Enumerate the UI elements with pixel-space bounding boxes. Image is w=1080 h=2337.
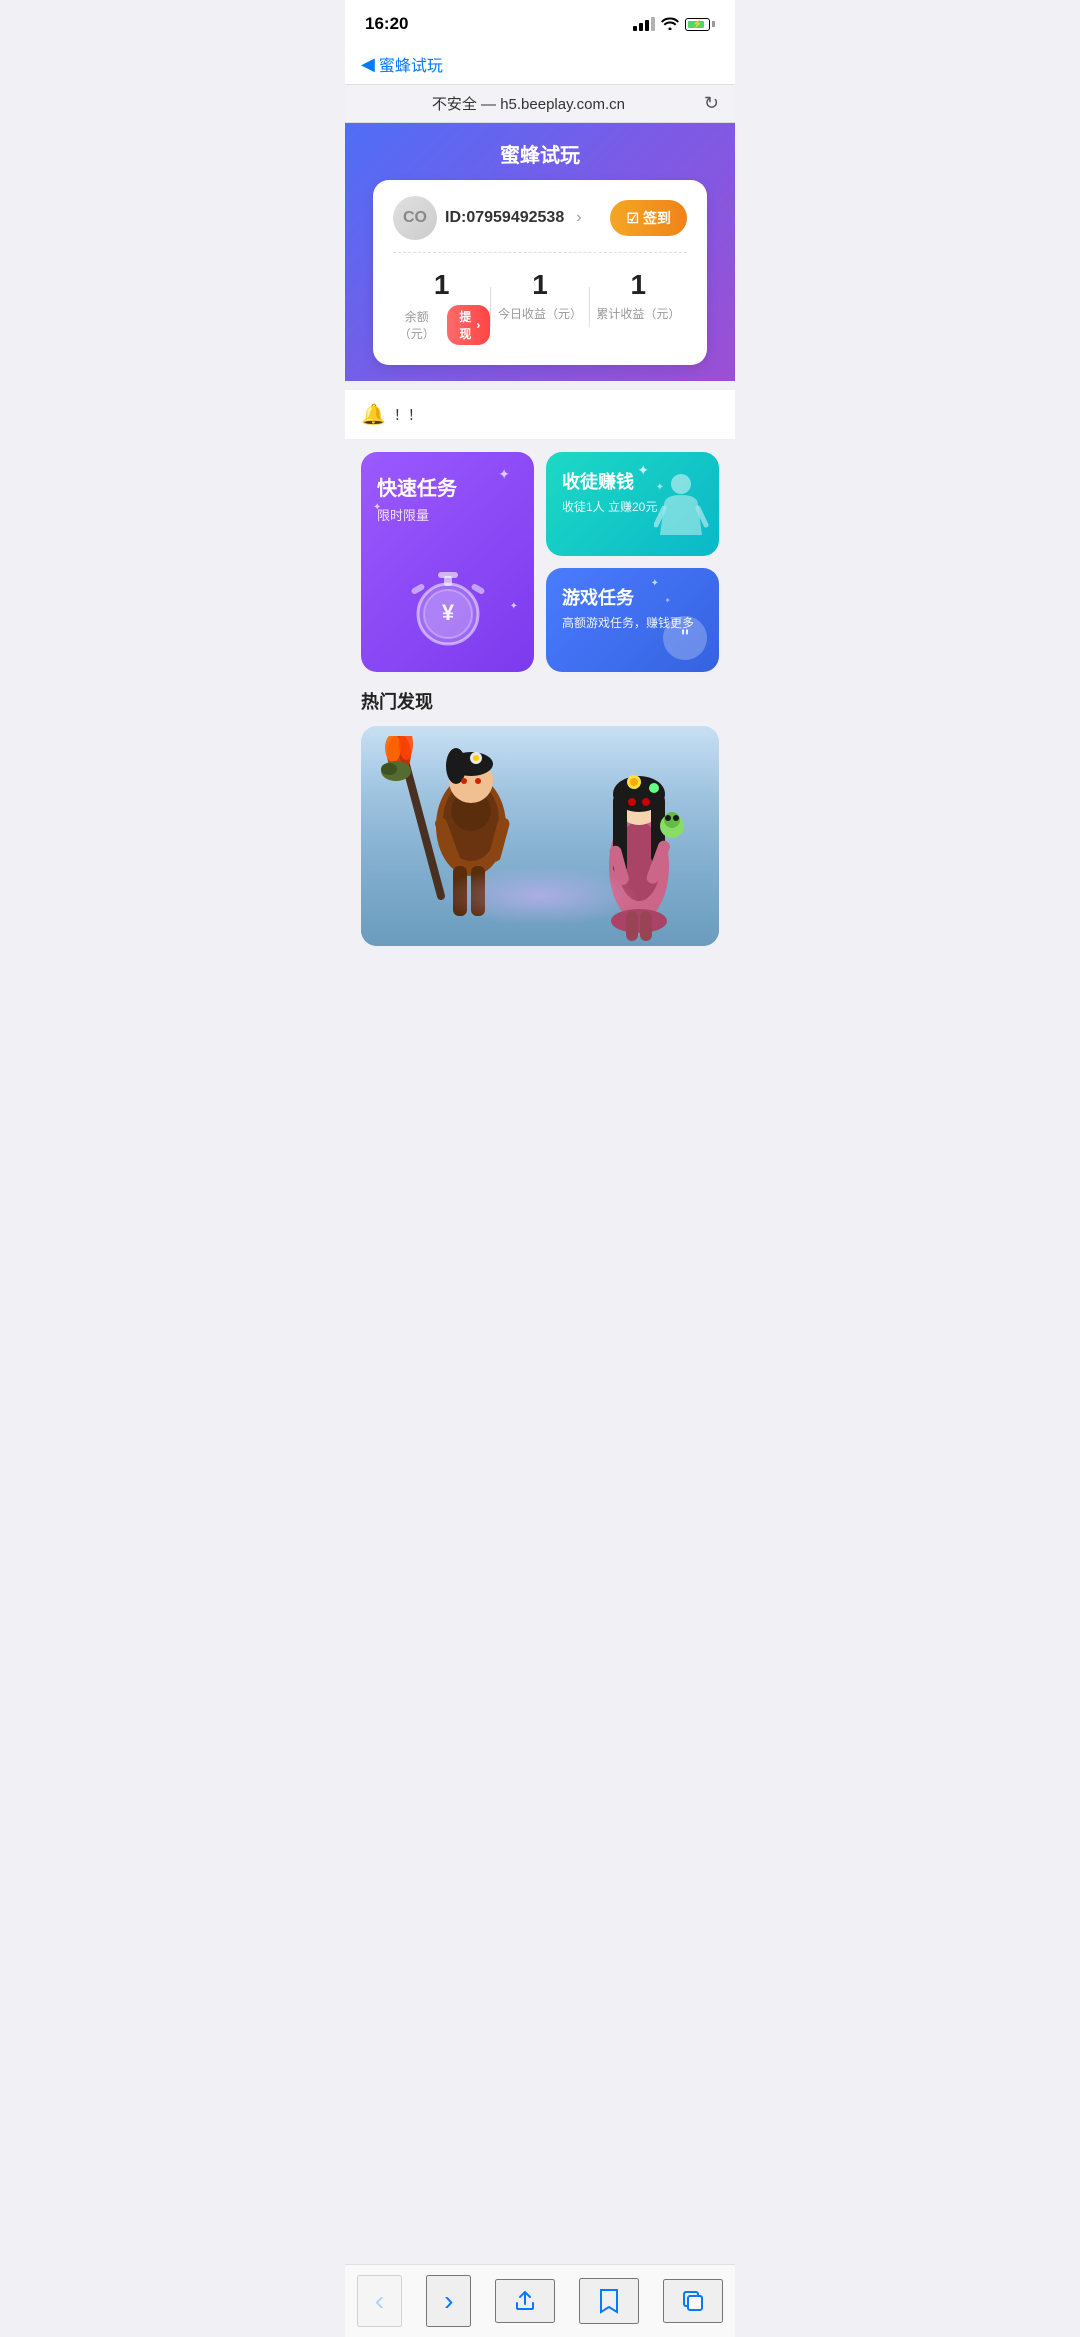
browser-bookmarks-button[interactable] bbox=[579, 2278, 639, 2324]
today-earnings-value: 1 bbox=[491, 269, 588, 301]
sign-in-label: 签到 bbox=[643, 208, 671, 228]
total-earnings-value: 1 bbox=[590, 269, 687, 301]
withdraw-button[interactable]: 提现 › bbox=[447, 305, 491, 345]
user-id-arrow-icon: › bbox=[576, 209, 581, 227]
balance-label: 余额（元） bbox=[393, 308, 441, 342]
status-time: 16:20 bbox=[365, 14, 408, 34]
timer-icon: ¥ bbox=[403, 562, 493, 652]
game-banner[interactable] bbox=[361, 726, 719, 946]
notification-bar: 🔔 ！！ bbox=[345, 389, 735, 440]
sparkle-1: ✦ bbox=[498, 466, 510, 483]
user-id-text[interactable]: ID:07959492538 bbox=[445, 209, 564, 227]
balance-value: 1 bbox=[393, 269, 490, 301]
nav-bar: ◀ 蜜蜂试玩 bbox=[345, 44, 735, 85]
total-earnings-label-row: 累计收益（元） bbox=[590, 305, 687, 322]
browser-back-icon: ‹ bbox=[375, 2285, 384, 2317]
browser-bar: 不安全 — h5.beeplay.com.cn ↻ bbox=[345, 85, 735, 123]
character-right bbox=[564, 746, 714, 946]
nav-back-label: 蜜蜂试玩 bbox=[379, 52, 443, 76]
game-task-title: 游戏任务 bbox=[562, 584, 703, 610]
today-earnings-label-row: 今日收益（元） bbox=[491, 305, 588, 322]
battery-icon: ⚡ bbox=[685, 18, 715, 31]
sparkle-3: ✦ bbox=[510, 601, 518, 612]
share-icon bbox=[513, 2289, 537, 2313]
browser-share-button[interactable] bbox=[495, 2279, 555, 2323]
app-header: 蜜蜂试玩 CO ID:07959492538 › ☑ 签到 1 bbox=[345, 123, 735, 381]
today-earnings-stat: 1 今日收益（元） bbox=[491, 269, 588, 322]
avatar: CO bbox=[393, 196, 437, 240]
character-left bbox=[371, 736, 541, 946]
quick-task-title: 快速任务 bbox=[377, 472, 518, 501]
notification-text: ！！ bbox=[394, 405, 422, 425]
user-id-left: CO ID:07959492538 › bbox=[393, 196, 582, 240]
sparkle-7: ✦ bbox=[664, 596, 671, 605]
sparkle-4: ✦ bbox=[637, 462, 649, 479]
withdraw-label: 提现 bbox=[457, 308, 475, 342]
browser-navigation: ‹ › bbox=[345, 2264, 735, 2337]
cards-grid: ✦ ✦ ✦ 快速任务 限时限量 bbox=[345, 440, 735, 684]
recruit-card[interactable]: ✦ ✦ 收徒赚钱 收徒1人 立赚20元 bbox=[546, 452, 719, 556]
tabs-icon bbox=[681, 2289, 705, 2313]
total-earnings-label: 累计收益（元） bbox=[596, 305, 680, 322]
back-chevron-icon: ◀ bbox=[361, 54, 375, 75]
browser-forward-icon: › bbox=[444, 2285, 453, 2317]
app-title: 蜜蜂试玩 bbox=[361, 139, 719, 168]
figure-icon bbox=[654, 470, 709, 550]
withdraw-arrow-icon: › bbox=[476, 318, 480, 332]
wifi-icon bbox=[661, 16, 679, 33]
browser-url[interactable]: 不安全 — h5.beeplay.com.cn bbox=[361, 93, 696, 114]
game-task-card[interactable]: ✦ ✦ 游戏任务 高额游戏任务，赚钱更多 " bbox=[546, 568, 719, 672]
user-id-row: CO ID:07959492538 › ☑ 签到 bbox=[393, 196, 687, 240]
quick-task-subtitle: 限时限量 bbox=[377, 505, 518, 524]
browser-tabs-button[interactable] bbox=[663, 2279, 723, 2323]
user-card: CO ID:07959492538 › ☑ 签到 1 余额（元） 提现 bbox=[373, 180, 707, 365]
svg-text:¥: ¥ bbox=[441, 600, 454, 625]
bookmarks-icon bbox=[597, 2288, 621, 2314]
status-bar: 16:20 ⚡ bbox=[345, 0, 735, 44]
sparkle-6: ✦ bbox=[651, 578, 659, 589]
nav-back-button[interactable]: ◀ 蜜蜂试玩 bbox=[361, 52, 443, 76]
balance-stat: 1 余额（元） 提现 › bbox=[393, 269, 490, 345]
stats-row: 1 余额（元） 提现 › 1 今日收益（元） bbox=[393, 265, 687, 349]
card-divider bbox=[393, 252, 687, 253]
reload-button[interactable]: ↻ bbox=[704, 93, 719, 114]
sign-in-button[interactable]: ☑ 签到 bbox=[610, 200, 687, 236]
quote-icon: " bbox=[663, 616, 707, 660]
bell-icon: 🔔 bbox=[361, 402, 386, 427]
total-earnings-stat: 1 累计收益（元） bbox=[590, 269, 687, 322]
hot-section-title: 热门发现 bbox=[345, 684, 735, 726]
quick-task-card[interactable]: ✦ ✦ ✦ 快速任务 限时限量 bbox=[361, 452, 534, 672]
sign-in-icon: ☑ bbox=[626, 210, 639, 227]
signal-icon bbox=[633, 17, 655, 31]
browser-back-button[interactable]: ‹ bbox=[357, 2275, 402, 2327]
browser-forward-button[interactable]: › bbox=[426, 2275, 471, 2327]
game-banner-inner bbox=[361, 726, 719, 946]
balance-label-row: 余额（元） 提现 › bbox=[393, 305, 490, 345]
status-icons: ⚡ bbox=[633, 16, 715, 33]
today-earnings-label: 今日收益（元） bbox=[498, 305, 582, 322]
